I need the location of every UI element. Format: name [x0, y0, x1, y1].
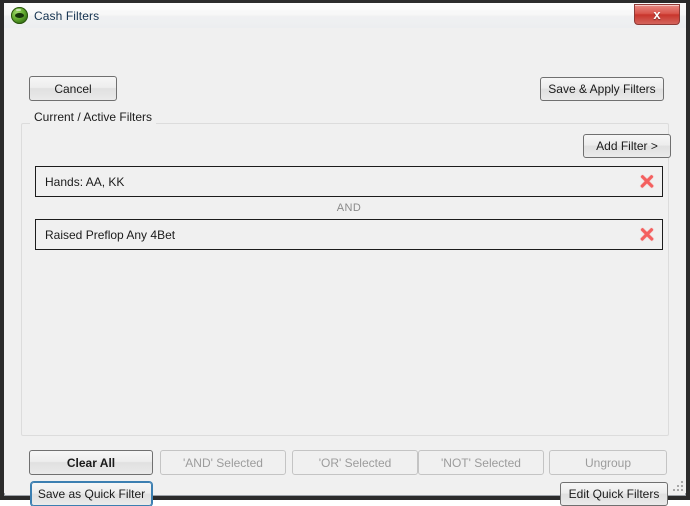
cash-filters-window: Cash Filters x Cancel Save & Apply Filte…	[0, 0, 690, 506]
delete-x-icon[interactable]	[639, 174, 654, 189]
filter-list: Hands: AA, KK AND Raised Preflop Any 4Be…	[35, 166, 663, 250]
close-button[interactable]: x	[634, 4, 680, 25]
group-title: Current / Active Filters	[30, 110, 157, 124]
filter-row[interactable]: Raised Preflop Any 4Bet	[35, 219, 663, 250]
ungroup-button: Ungroup	[549, 450, 667, 475]
or-selected-button: 'OR' Selected	[292, 450, 418, 475]
close-icon: x	[653, 7, 661, 22]
delete-x-icon[interactable]	[639, 227, 654, 242]
edit-quick-filters-button[interactable]: Edit Quick Filters	[560, 482, 668, 506]
filter-label: Raised Preflop Any 4Bet	[45, 227, 176, 242]
window-title: Cash Filters	[34, 8, 100, 23]
cancel-button[interactable]: Cancel	[29, 76, 117, 101]
and-selected-button: 'AND' Selected	[160, 450, 286, 475]
title-bar: Cash Filters x	[4, 0, 686, 28]
resize-grip[interactable]	[671, 479, 683, 491]
add-filter-button[interactable]: Add Filter >	[583, 134, 671, 158]
clear-all-button[interactable]: Clear All	[29, 450, 153, 475]
client-area: Cancel Save & Apply Filters Current / Ac…	[4, 28, 686, 506]
save-and-apply-filters-button[interactable]: Save & Apply Filters	[540, 77, 664, 101]
not-selected-button: 'NOT' Selected	[418, 450, 544, 475]
filter-row[interactable]: Hands: AA, KK	[35, 166, 663, 197]
filter-connector: AND	[336, 202, 362, 214]
filter-label: Hands: AA, KK	[45, 174, 125, 189]
save-as-quick-filter-button[interactable]: Save as Quick Filter	[31, 482, 152, 506]
poker-chip-icon	[11, 7, 28, 24]
